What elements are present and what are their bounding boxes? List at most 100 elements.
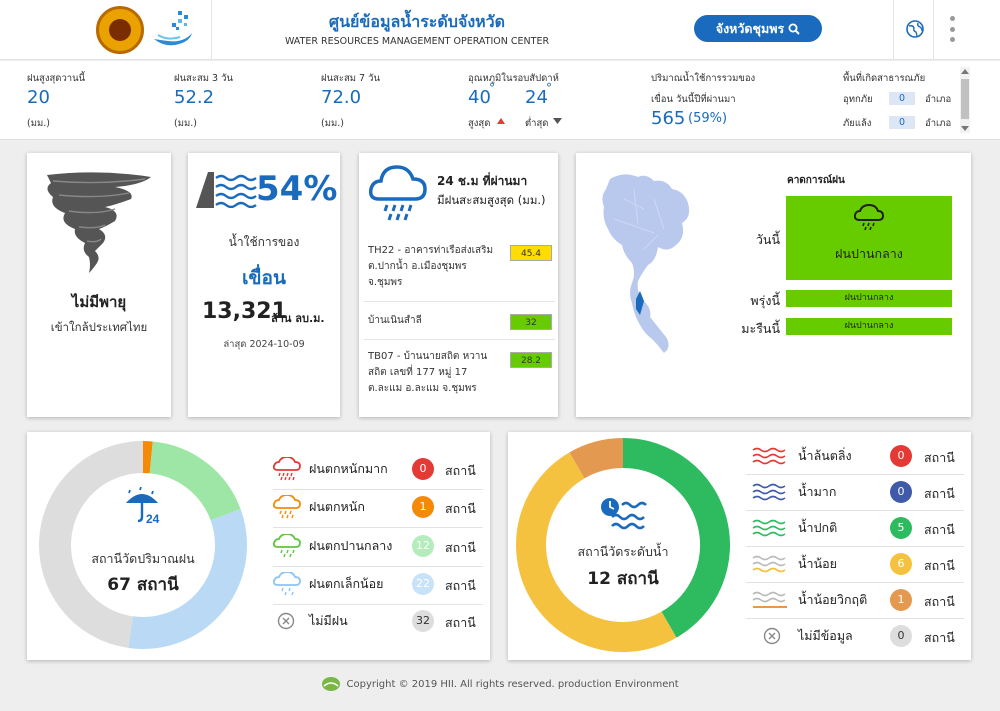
legend-label: ฝนตกเล็กน้อย <box>309 576 384 591</box>
legend-label: ไม่มีข้อมูล <box>798 628 853 643</box>
hii-footer-logo <box>322 677 341 691</box>
stat-value: 52.2 <box>174 87 215 108</box>
overflow-wave-icon <box>752 447 786 465</box>
no-data-icon <box>763 627 781 645</box>
stat-label: ฝนสะสม 3 วัน <box>174 73 233 84</box>
rain24-value-badge: 45.4 <box>510 245 552 261</box>
rain24-card[interactable]: 24 ช.ม ที่ผ่านมา มีฝนสะสมสูงสุด (มม.) TH… <box>359 153 558 417</box>
temp-min-label: ต่ำสุด <box>525 118 549 129</box>
stat-unit: (มม.) <box>27 118 50 129</box>
header: ศูนย์ข้อมูลน้ำระดับจังหวัด WATER RESOURC… <box>0 0 1000 60</box>
legend-item[interactable]: น้ำมาก <box>752 474 836 510</box>
dam-card[interactable]: 54% น้ำใช้การของ เขื่อน 13,321 ล้าน ลบ.ม… <box>188 153 340 417</box>
legend-item[interactable]: น้ำล้นตลิ่ง <box>752 438 852 474</box>
station-unit: สถานี <box>924 450 955 465</box>
stat-label: ฝนสะสม 7 วัน <box>321 73 380 84</box>
district-unit: อำเภอ <box>925 94 952 105</box>
rain24-station-name: TH22 - อาคารท่าเรือส่งเสริม ต.ปากน้ำ อ.เ… <box>368 245 494 288</box>
umbrella-24h-icon: 24 <box>126 487 160 525</box>
legend-item[interactable]: ฝนตกหนักมาก <box>273 451 388 487</box>
forecast-today-value: ฝนปานกลาง <box>835 246 903 261</box>
station-unit: สถานี <box>445 615 476 630</box>
dam-percent: 54% <box>256 169 338 209</box>
temp-min-value: 24 <box>525 87 548 108</box>
district-unit: อำเภอ <box>925 118 952 129</box>
forecast-next-value: ฝนปานกลาง <box>786 318 952 335</box>
station-unit: สถานี <box>924 558 955 573</box>
more-menu-icon[interactable] <box>948 16 956 42</box>
stat-value: 20 <box>27 87 50 108</box>
province-button-label: จังหวัดชุมพร <box>715 20 785 36</box>
station-unit: สถานี <box>445 463 476 478</box>
water-donut-segment-4[interactable] <box>569 438 624 479</box>
no-rain-icon <box>277 612 295 630</box>
count-badge: 0 <box>890 445 912 467</box>
cloud-rain-icon <box>369 165 427 221</box>
count-badge: 22 <box>412 573 434 595</box>
legend-label: น้ำมาก <box>798 484 837 499</box>
province-button[interactable]: จังหวัดชุมพร <box>694 15 822 42</box>
arrow-down-icon <box>553 118 562 124</box>
stat-unit: (มม.) <box>321 118 344 129</box>
stat-label: พื้นที่เกิดสาธารณภัย <box>843 73 926 84</box>
forecast-title: คาดการณ์ฝน <box>787 175 845 186</box>
legend-label: น้ำปกติ <box>798 520 838 535</box>
station-unit: สถานี <box>924 594 955 609</box>
rain-stations-total: 67 สถานี <box>107 575 179 595</box>
province-seal-logo <box>96 6 144 54</box>
header-divider <box>893 0 894 60</box>
high-water-wave-icon <box>752 483 786 501</box>
rain24-subtitle: มีฝนสะสมสูงสุด (มม.) <box>437 193 546 207</box>
legend-item[interactable]: ไม่มีข้อมูล <box>763 618 853 654</box>
flood-count: 0 <box>889 92 915 105</box>
flood-label: อุทกภัย <box>843 94 873 105</box>
row-divider <box>364 339 555 340</box>
legend-item[interactable]: น้ำน้อย <box>752 546 837 582</box>
normal-water-wave-icon <box>752 519 786 537</box>
degree-symbol: ° <box>489 81 495 95</box>
rain-stations-card[interactable]: 24 สถานีวัดปริมาณฝน 67 สถานี ฝนตกหนักมาก… <box>27 432 490 660</box>
stat-unit: (มม.) <box>174 118 197 129</box>
stats-bar: ฝนสูงสุดวานนี้ 20 (มม.) ฝนสะสม 3 วัน 52.… <box>0 61 1000 140</box>
water-stations-card[interactable]: สถานีวัดระดับน้ำ 12 สถานี น้ำล้นตลิ่ง น้… <box>508 432 971 660</box>
legend-item[interactable]: ฝนตกหนัก <box>273 489 365 525</box>
count-badge: 1 <box>412 496 434 518</box>
stat-value: 72.0 <box>321 87 362 108</box>
count-badge: 1 <box>890 589 912 611</box>
legend-item[interactable]: น้ำปกติ <box>752 510 837 546</box>
count-badge: 5 <box>890 517 912 539</box>
stats-scrollbar[interactable] <box>960 67 970 133</box>
legend-item[interactable]: น้ำน้อยวิกฤติ <box>752 582 867 618</box>
copyright-text: Copyright © 2019 HII. All rights reserve… <box>346 679 679 690</box>
count-badge: 0 <box>890 481 912 503</box>
stat-label: เขื่อน วันนี้ปีที่ผ่านมา <box>651 94 736 105</box>
legend-label: ไม่มีฝน <box>309 613 348 628</box>
globe-icon[interactable] <box>905 19 925 39</box>
page-subtitle: WATER RESOURCES MANAGEMENT OPERATION CEN… <box>284 36 550 47</box>
rain-donut-segment-2[interactable] <box>149 441 241 521</box>
legend-item[interactable]: ฝนตกเล็กน้อย <box>273 566 383 602</box>
moderate-rain-icon <box>273 534 301 558</box>
rain-stations-donut <box>39 441 247 649</box>
count-badge: 12 <box>412 535 434 557</box>
legend-item[interactable]: ฝนตกปานกลาง <box>273 528 392 564</box>
legend-item[interactable]: ไม่มีฝน <box>277 603 348 639</box>
rain-donut-segment-4[interactable] <box>39 441 144 648</box>
legend-label: ฝนตกหนักมาก <box>309 461 388 476</box>
svg-text:24: 24 <box>146 512 160 525</box>
legend-label: น้ำน้อยวิกฤติ <box>798 592 868 607</box>
temp-max-label: สูงสุด <box>468 118 491 129</box>
header-divider <box>933 0 934 60</box>
rain-stations-title: สถานีวัดปริมาณฝน <box>91 551 195 566</box>
dam-water-icon <box>196 172 257 208</box>
dam-updated: ล่าสุด 2024-10-09 <box>223 339 305 350</box>
forecast-card[interactable]: คาดการณ์ฝน วันนี้ ฝนปานกลาง พรุ่งนี้ ฝนป… <box>576 153 971 417</box>
storm-card[interactable]: ไม่มีพายุ เข้าใกล้ประเทศไทย <box>27 153 171 417</box>
tornado-icon <box>47 172 151 273</box>
drought-label: ภัยแล้ง <box>843 118 872 129</box>
station-unit: สถานี <box>924 522 955 537</box>
water-donut-segment-2[interactable] <box>622 438 730 638</box>
count-badge: 6 <box>890 553 912 575</box>
low-water-wave-icon <box>752 555 786 573</box>
heavy-rain-icon <box>273 457 301 481</box>
